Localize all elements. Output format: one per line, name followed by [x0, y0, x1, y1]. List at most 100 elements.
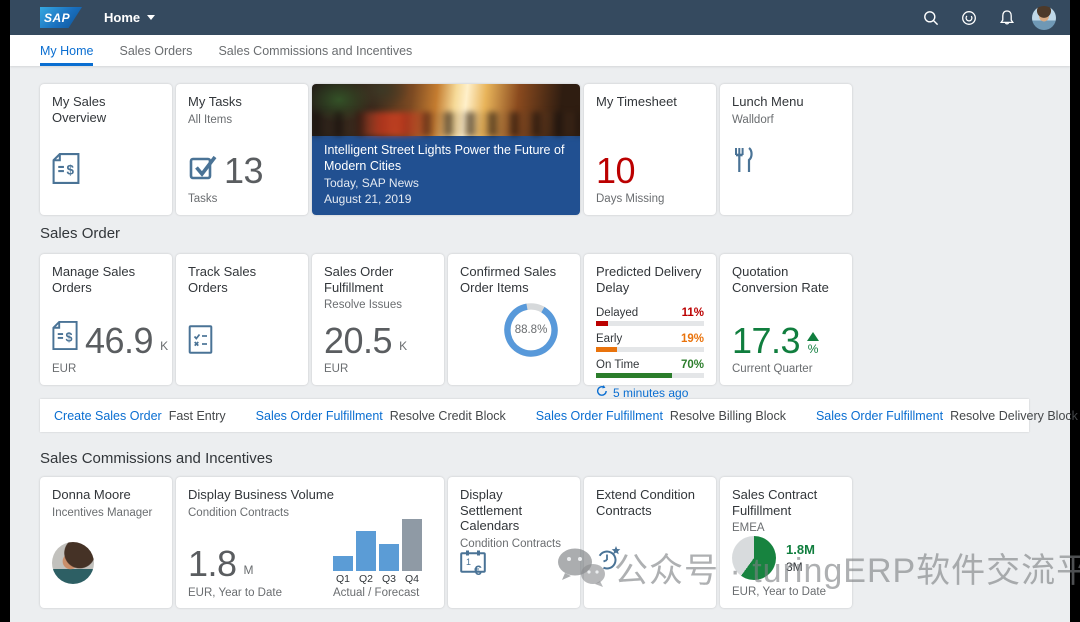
tile-title: Manage Sales Orders — [52, 264, 136, 295]
news-photo — [312, 84, 580, 137]
shell-header: SAP Home — [10, 0, 1070, 35]
news-date: August 21, 2019 — [324, 191, 412, 206]
search-icon[interactable] — [918, 5, 944, 31]
refresh-icon — [596, 385, 608, 400]
tile-title: Track Sales Orders — [188, 264, 257, 295]
sales-document-icon: $ — [52, 153, 160, 189]
tile-subtitle: All Items — [188, 113, 233, 126]
tile-title: Confirmed Sales Order Items — [460, 264, 557, 295]
tile-subtitle: Condition Contracts — [188, 506, 289, 519]
kpi-unit: K — [399, 339, 408, 353]
bar-q1 — [333, 555, 353, 571]
tile-title: Display Settlement Calendars — [460, 487, 523, 534]
link-subtitle: Resolve Delivery Block — [950, 408, 1078, 423]
tile-my-timesheet[interactable]: My Timesheet 10 Days Missing — [584, 84, 716, 215]
chart-caption: Actual / Forecast — [333, 586, 420, 599]
sales-document-icon: $ — [52, 321, 78, 355]
tile-predicted-delivery-delay[interactable]: Predicted Delivery Delay Delayed 11% Earl… — [584, 254, 716, 400]
home-menu-label: Home — [104, 10, 141, 25]
kpi-value: 46.9 — [85, 319, 154, 361]
actual-value: 1.8M — [786, 542, 815, 557]
chevron-down-icon — [147, 15, 156, 20]
cmp-value: 19% — [680, 333, 704, 346]
tile-title: My Timesheet — [596, 94, 677, 109]
home-menu-button[interactable]: Home — [104, 10, 156, 25]
tile-title: My Sales Overview — [52, 94, 107, 125]
tile-title: Display Business Volume — [188, 487, 334, 502]
donut-percent-label: 88.8% — [514, 324, 548, 336]
news-headline: Intelligent Street Lights Power the Futu… — [324, 143, 565, 174]
news-overlay: Intelligent Street Lights Power the Futu… — [312, 136, 580, 215]
extend-contract-icon — [596, 544, 704, 576]
tile-display-settlement-calendars[interactable]: Display Settlement Calendars Condition C… — [448, 477, 580, 608]
tile-title: Donna Moore — [52, 487, 131, 502]
tile-footer: EUR — [324, 363, 349, 375]
tile-subtitle: Condition Contracts — [460, 537, 561, 550]
group-heading-commissions: Sales Commissions and Incentives — [40, 450, 273, 467]
bar-q3 — [379, 543, 399, 571]
meal-icon — [732, 146, 840, 179]
tile-sales-contract-fulfillment[interactable]: Sales Contract Fulfillment EMEA 1.8M 3M … — [720, 477, 852, 608]
tile-extend-condition-contracts[interactable]: Extend Condition Contracts — [584, 477, 716, 608]
kpi-unit: K — [160, 339, 169, 353]
checklist-document-icon — [188, 325, 296, 359]
tile-manage-sales-orders[interactable]: Manage Sales Orders $ 46.9 K EUR — [40, 254, 172, 385]
tile-footer: Days Missing — [596, 193, 665, 205]
home-tile-row: My Sales Overview $ My Tasks All Items 1… — [40, 84, 1040, 215]
tile-sales-order-fulfillment[interactable]: Sales Order Fulfillment Resolve Issues 2… — [312, 254, 444, 385]
svg-text:1: 1 — [466, 557, 471, 567]
tile-donna-moore[interactable]: Donna Moore Incentives Manager — [40, 477, 172, 608]
tile-confirmed-sales-order-items[interactable]: Confirmed Sales Order Items 88.8% — [448, 254, 580, 385]
tile-my-tasks[interactable]: My Tasks All Items 13 Tasks — [176, 84, 308, 215]
tile-title: Extend Condition Contracts — [596, 487, 696, 518]
link-subtitle: Resolve Billing Block — [669, 408, 786, 423]
tile-news[interactable]: Intelligent Street Lights Power the Futu… — [312, 84, 580, 215]
tile-footer: EUR, Year to Date — [188, 586, 282, 599]
tile-display-business-volume[interactable]: Display Business Volume Condition Contra… — [176, 477, 444, 608]
user-avatar[interactable] — [1032, 5, 1056, 30]
comparison-chart: Delayed 11% Early 19% On Time 70% — [596, 307, 704, 385]
fiori-launchpad: SAP Home My Home Sales Orders Sales Comm… — [10, 0, 1080, 622]
link-resolve-credit-block: Sales Order Fulfillment Resolve Credit B… — [256, 409, 506, 423]
link-subtitle: Resolve Credit Block — [389, 408, 506, 423]
cmp-label: On Time — [596, 359, 640, 372]
shell-actions — [918, 5, 1056, 31]
kpi-unit: M — [243, 562, 254, 577]
tile-subtitle: Walldorf — [732, 113, 774, 126]
link[interactable]: Create Sales Order — [54, 409, 162, 423]
tab-my-home[interactable]: My Home — [40, 35, 94, 66]
link-resolve-billing-block: Sales Order Fulfillment Resolve Billing … — [536, 409, 786, 423]
copilot-icon[interactable] — [956, 5, 982, 31]
sap-logo[interactable]: SAP — [40, 7, 82, 28]
settlement-calendar-icon: 1 € — [460, 550, 568, 582]
days-missing-count: 10 — [596, 149, 636, 191]
tab-sales-commissions[interactable]: Sales Commissions and Incentives — [218, 35, 412, 66]
tile-title: Predicted Delivery Delay — [596, 264, 702, 295]
tile-title: Sales Contract Fulfillment — [732, 487, 818, 518]
kpi-unit: % — [807, 342, 819, 356]
cmp-label: Early — [596, 333, 623, 346]
notifications-icon[interactable] — [994, 5, 1020, 31]
launchpad-content: My Sales Overview $ My Tasks All Items 1… — [10, 66, 1078, 608]
anchor-tabbar: My Home Sales Orders Sales Commissions a… — [10, 35, 1070, 66]
link-list: Create Sales Order Fast Entry Sales Orde… — [40, 399, 1078, 432]
sales-order-tile-row: Manage Sales Orders $ 46.9 K EUR Track S… — [40, 254, 1040, 400]
task-check-icon — [188, 151, 217, 185]
refresh-label: 5 minutes ago — [613, 385, 689, 400]
cmp-value: 70% — [680, 359, 704, 372]
link[interactable]: Sales Order Fulfillment — [256, 409, 383, 423]
link[interactable]: Sales Order Fulfillment — [816, 409, 943, 423]
bar-labels: Q1 Q2 Q3 Q4 — [335, 572, 419, 585]
tile-track-sales-orders[interactable]: Track Sales Orders — [176, 254, 308, 385]
link[interactable]: Sales Order Fulfillment — [536, 409, 663, 423]
refresh-status[interactable]: 5 minutes ago — [596, 385, 704, 400]
pie-chart — [732, 536, 776, 580]
tile-my-sales-overview[interactable]: My Sales Overview $ — [40, 84, 172, 215]
tile-quotation-conversion-rate[interactable]: Quotation Conversion Rate 17.3 % Current… — [720, 254, 852, 385]
target-value: 3M — [786, 560, 803, 574]
tile-lunch-menu[interactable]: Lunch Menu Walldorf — [720, 84, 852, 215]
group-heading-sales-order: Sales Order — [40, 225, 121, 242]
trend-up-indicator: % — [807, 332, 820, 356]
bar-chart: Q1 Q2 Q3 Q4 Actual / Forecast — [333, 518, 422, 599]
tab-sales-orders[interactable]: Sales Orders — [119, 35, 192, 66]
